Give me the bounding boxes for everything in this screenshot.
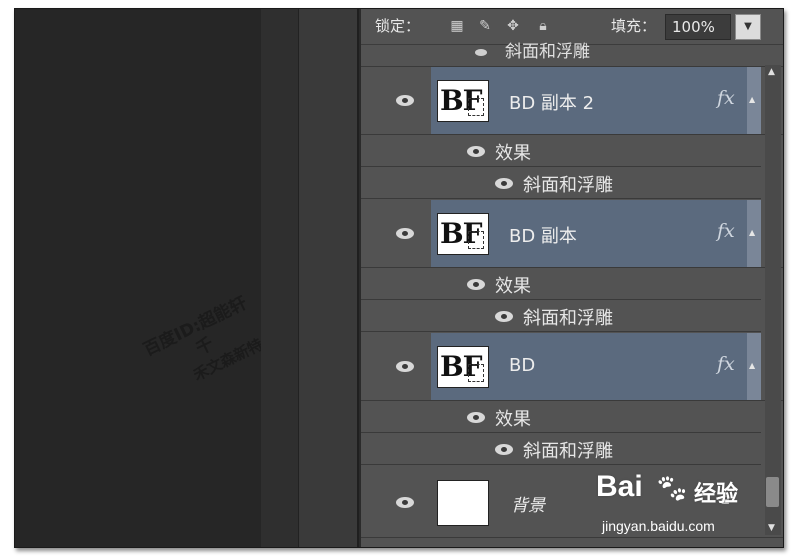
effect-name: 斜面和浮雕 (523, 175, 613, 196)
layer-thumbnail: BF (437, 80, 489, 122)
eye-icon[interactable] (495, 311, 513, 322)
eye-icon[interactable] (396, 361, 414, 372)
layers-panel: 锁定： ▦ ✎ ✥ 🔒︎ 填充： 100% ▼ 斜面和浮雕 BF BD 副本 2… (361, 9, 783, 547)
panel-dock-strip (261, 9, 299, 547)
effects-row[interactable]: 效果 (361, 269, 761, 300)
effects-row[interactable]: 效果 (361, 136, 761, 167)
layer-row[interactable]: BF BD fx ▲ (361, 333, 783, 401)
eye-icon[interactable] (396, 228, 414, 239)
lock-brush-icon[interactable]: ✎ (477, 18, 493, 34)
effects-label: 效果 (495, 143, 531, 164)
lock-all-icon[interactable]: 🔒︎ (535, 18, 551, 34)
scroll-up-icon[interactable]: ▲ (768, 67, 775, 77)
effect-name: 斜面和浮雕 (523, 308, 613, 329)
eye-icon[interactable] (467, 279, 485, 290)
eye-icon[interactable] (467, 412, 485, 423)
lock-transparent-icon[interactable]: ▦ (449, 18, 465, 34)
lock-move-icon[interactable]: ✥ (505, 18, 521, 34)
eye-icon[interactable] (396, 95, 414, 106)
eye-icon[interactable] (467, 146, 485, 157)
selection-marquee-icon (468, 231, 484, 249)
chevron-up-icon: ▲ (749, 228, 756, 237)
effect-item-row[interactable]: 斜面和浮雕 (361, 434, 761, 465)
layer-row[interactable]: BF BD 副本 2 fx ▲ (361, 67, 783, 135)
watermark: 百度ID:超能轩千 禾文森新特 (133, 289, 277, 404)
chevron-up-icon: ▲ (749, 95, 756, 104)
effect-name: 斜面和浮雕 (523, 441, 613, 462)
layer-effects-toggle[interactable]: ▲ (747, 200, 761, 267)
effect-item-row[interactable]: 斜面和浮雕 (361, 301, 761, 332)
layer-effects-toggle[interactable]: ▲ (747, 333, 761, 400)
jingyan-label: 经验 (694, 482, 739, 507)
paw-icon: 🐾︎ (654, 472, 690, 505)
lock-label: 锁定： (375, 17, 421, 35)
effects-label: 效果 (495, 409, 531, 430)
fill-input[interactable]: 100% (665, 14, 731, 40)
effect-item-row[interactable]: 斜面和浮雕 (361, 168, 761, 199)
layer-name[interactable]: BD 副本 2 (509, 89, 594, 115)
chevron-up-icon: ▲ (749, 361, 756, 370)
layer-thumbnail: BF (437, 213, 489, 255)
baidu-url: jingyan.baidu.com (602, 518, 715, 534)
eye-icon[interactable] (495, 178, 513, 189)
canvas-area[interactable]: 百度ID:超能轩千 禾文森新特 (15, 9, 266, 547)
fx-icon[interactable]: fx (717, 220, 735, 242)
background-thumbnail (437, 480, 489, 526)
layer-thumbnail: BF (437, 346, 489, 388)
background-layer-name[interactable]: 背景 (511, 491, 545, 516)
eye-icon[interactable] (396, 497, 414, 508)
effects-label: 效果 (495, 276, 531, 297)
fill-dropdown-button[interactable]: ▼ (735, 14, 761, 40)
layer-row[interactable]: BF BD 副本 fx ▲ (361, 200, 783, 268)
layer-name[interactable]: BD (509, 355, 535, 376)
layer-name[interactable]: BD 副本 (509, 222, 577, 248)
baidu-jingyan-logo: Bai 🐾︎ 经验 jingyan.baidu.com (596, 470, 756, 540)
scroll-down-icon[interactable]: ▼ (768, 523, 775, 533)
effect-label: 斜面和浮雕 (505, 42, 590, 62)
photoshop-window: 百度ID:超能轩千 禾文森新特 锁定： ▦ ✎ ✥ 🔒︎ 填充： 100% ▼ … (14, 8, 784, 548)
eye-icon[interactable] (495, 444, 513, 455)
fill-label: 填充： (611, 17, 657, 35)
fx-icon[interactable]: fx (717, 87, 735, 109)
panel-dock-column (299, 9, 359, 547)
baidu-word: Bai (596, 470, 643, 503)
fx-icon[interactable]: fx (717, 353, 735, 375)
partial-effect-row[interactable]: 斜面和浮雕 (361, 42, 783, 67)
layer-effects-toggle[interactable]: ▲ (747, 67, 761, 134)
selection-marquee-icon (468, 364, 484, 382)
eye-icon[interactable] (475, 49, 487, 56)
selection-marquee-icon (468, 98, 484, 116)
effects-row[interactable]: 效果 (361, 402, 761, 433)
layers-scrollbar[interactable]: ▲ ▼ (765, 65, 781, 535)
scrollbar-thumb[interactable] (766, 477, 779, 507)
